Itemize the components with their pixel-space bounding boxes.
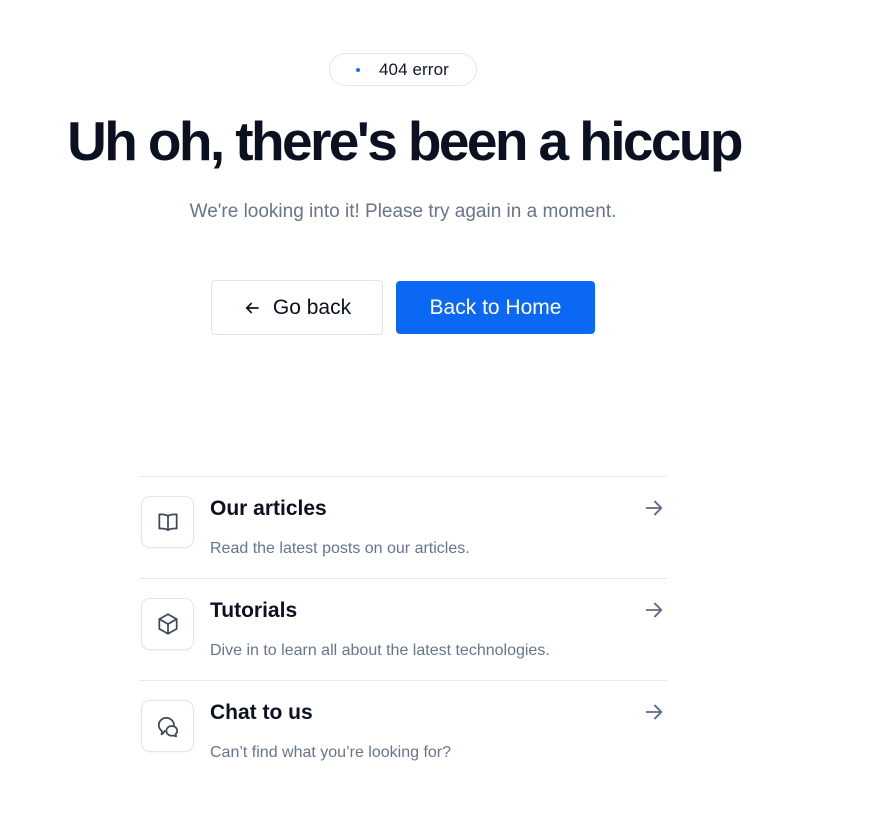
link-description: Dive in to learn all about the latest te… bbox=[210, 642, 550, 659]
arrow-right-icon[interactable] bbox=[643, 497, 665, 519]
book-open-icon bbox=[157, 513, 178, 531]
arrow-left-icon bbox=[245, 302, 259, 313]
tutorials-icon-box bbox=[141, 598, 194, 650]
page-subtitle: We're looking into it! Please try again … bbox=[189, 201, 617, 222]
link-title: Tutorials bbox=[210, 599, 298, 622]
link-item-tutorials[interactable]: Tutorials Dive in to learn all about the… bbox=[139, 578, 667, 680]
chat-icon-box bbox=[141, 700, 194, 752]
back-to-home-label: Back to Home bbox=[429, 295, 562, 319]
back-to-home-button[interactable]: Back to Home bbox=[396, 281, 595, 334]
go-back-label: Go back bbox=[272, 295, 352, 319]
arrow-right-icon[interactable] bbox=[643, 701, 665, 723]
arrow-right-icon[interactable] bbox=[643, 599, 665, 621]
chat-bubble-icon bbox=[157, 717, 178, 738]
articles-icon-box bbox=[141, 496, 194, 548]
status-dot bbox=[356, 67, 360, 72]
help-links-list: Our articles Read the latest posts on ou… bbox=[139, 476, 667, 782]
link-item-articles[interactable]: Our articles Read the latest posts on ou… bbox=[139, 476, 667, 578]
link-title: Chat to us bbox=[210, 701, 313, 724]
go-back-button[interactable]: Go back bbox=[211, 280, 383, 335]
page-title: Uh oh, there's been a hiccup bbox=[67, 110, 743, 172]
link-item-chat[interactable]: Chat to us Can’t find what you’re lookin… bbox=[139, 680, 667, 782]
link-description: Read the latest posts on our articles. bbox=[210, 540, 470, 557]
error-badge-label: 404 error bbox=[379, 59, 449, 79]
error-badge: 404 error bbox=[329, 53, 477, 86]
cube-icon bbox=[157, 613, 178, 635]
link-title: Our articles bbox=[210, 497, 327, 520]
link-description: Can’t find what you’re looking for? bbox=[210, 744, 452, 761]
